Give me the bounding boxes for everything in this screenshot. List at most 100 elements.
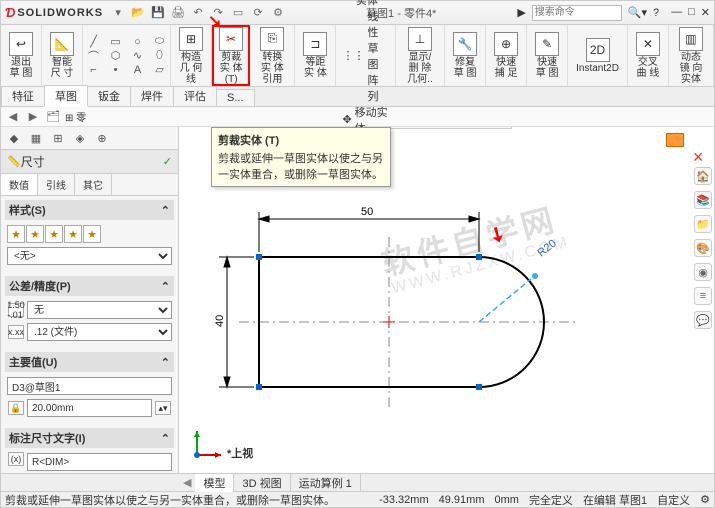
tab-weldment[interactable]: 焊件	[130, 85, 174, 106]
convert-entities-button[interactable]: ⎘转换实 体引用	[254, 25, 290, 87]
status-mode: 在编辑 草图1	[583, 492, 647, 508]
tab-sheetmetal[interactable]: 钣金	[87, 85, 131, 106]
tree-expand-icon[interactable]: 🗂	[45, 109, 61, 125]
slot-tool-icon[interactable]: ⬭	[150, 35, 170, 49]
pm-tab-display-icon[interactable]: ⊕	[93, 129, 111, 147]
vtab-motion[interactable]: 运动算例 1	[291, 474, 361, 492]
status-gear-icon[interactable]: ⚙	[700, 493, 710, 506]
arc-tool-icon[interactable]: ⌒	[84, 49, 104, 63]
pm-tab-value[interactable]: 数值	[1, 174, 38, 195]
pm-tab-dim-icon[interactable]: ◈	[71, 129, 89, 147]
qat-options-icon[interactable]: ⚙	[271, 6, 285, 20]
style-fav4-icon[interactable]: ★	[64, 225, 82, 243]
txt-prefix-icon[interactable]: (x)	[8, 452, 24, 466]
instant2d-button[interactable]: 2DInstant2D	[572, 36, 623, 76]
repair-sketch-button[interactable]: 🔧修复草 图	[449, 30, 481, 81]
collapse-icon[interactable]: ⌃	[161, 204, 170, 217]
qat-open-icon[interactable]: 📂	[131, 6, 145, 20]
qat-select-icon[interactable]: ▭	[231, 6, 245, 20]
pm-tab-config-icon[interactable]: ⊞	[49, 129, 67, 147]
fillet-tool-icon[interactable]: ⌐	[84, 63, 104, 77]
graphics-area[interactable]: 🔍⊡◧⬚◐☀📷👁 剪裁实体 (T) 剪裁或延伸一草图实体以使之与另一实体重合，或…	[179, 127, 714, 473]
quick-snap-button[interactable]: ⊕快速捕 足	[490, 30, 522, 81]
dim-lock-icon[interactable]: 🔒	[8, 401, 24, 415]
close-icon[interactable]: ✕	[701, 6, 710, 19]
qat-undo-icon[interactable]: ↶	[191, 6, 205, 20]
point-tool-icon[interactable]: •	[106, 63, 126, 77]
trim-entities-button[interactable]: ✂剪裁实 体(T)	[215, 25, 247, 87]
property-manager: ◆ ▦ ⊞ ◈ ⊕ 📏 尺寸 ✓ 数值 引线 其它 样式(S)⌃ ★★★★★ <…	[1, 127, 179, 473]
tp-file-explorer-icon[interactable]: 📁	[694, 215, 712, 233]
dynamic-mirror-button[interactable]: ▥动态镜 向实体	[673, 25, 709, 87]
style-fav3-icon[interactable]: ★	[45, 225, 63, 243]
search-input[interactable]	[532, 5, 622, 21]
style-fav5-icon[interactable]: ★	[83, 225, 101, 243]
maximize-icon[interactable]: □	[688, 6, 695, 19]
collapse-icon[interactable]: ⌃	[161, 280, 170, 293]
search-mag-icon[interactable]: 🔍▾	[628, 6, 647, 19]
dim-value-input[interactable]	[27, 399, 152, 417]
pm-tab-other[interactable]: 其它	[75, 174, 112, 195]
tab-features[interactable]: 特征	[1, 85, 45, 106]
plane-tool-icon[interactable]: ▱	[150, 63, 170, 77]
qat-new-icon[interactable]: ▾	[111, 6, 125, 20]
mirror-entities-button[interactable]: ▥镜像实体	[342, 0, 388, 8]
tp-resources-icon[interactable]: 🏠	[694, 167, 712, 185]
poly-tool-icon[interactable]: ⬡	[106, 49, 126, 63]
qat-save-icon[interactable]: 💾	[151, 6, 165, 20]
red-arrow-annotation: ↘	[208, 11, 221, 31]
view-triad[interactable]	[187, 425, 227, 465]
pm-tab-leader[interactable]: 引线	[38, 174, 75, 195]
pm-pin-icon[interactable]: ✓	[163, 155, 172, 168]
collapse-icon[interactable]: ⌃	[161, 432, 170, 445]
vtab-model[interactable]: 模型	[195, 474, 234, 492]
rect-tool-icon[interactable]: ▭	[106, 35, 126, 49]
style-fav2-icon[interactable]: ★	[26, 225, 44, 243]
trim-tooltip: 剪裁实体 (T) 剪裁或延伸一草图实体以使之与另一实体重合，或删除一草图实体。	[211, 127, 391, 187]
spinner-icon[interactable]: ▴▾	[155, 401, 171, 415]
cross-curve-button[interactable]: ✕交叉曲 线	[632, 30, 664, 81]
tol-type-select[interactable]: 无	[27, 301, 172, 319]
style-select[interactable]: <无>	[7, 247, 172, 265]
qat-print-icon[interactable]: 🖨	[171, 6, 185, 20]
smart-dimension-button[interactable]: 📐智能尺 寸	[46, 30, 78, 81]
help-icon[interactable]: ?	[653, 7, 659, 19]
collapse-icon[interactable]: ⌃	[161, 356, 170, 369]
construction-geom-button[interactable]: ⊞构造几 何线	[175, 25, 207, 87]
search-toggle-icon[interactable]: ▶	[517, 6, 525, 19]
tp-appearances-icon[interactable]: ◉	[694, 263, 712, 281]
style-fav1-icon[interactable]: ★	[7, 225, 25, 243]
rapid-sketch-button[interactable]: ✎快速草 图	[531, 30, 563, 81]
tp-forum-icon[interactable]: 💬	[694, 311, 712, 329]
ellipse-tool-icon[interactable]: ⬯	[150, 49, 170, 63]
tp-custom-props-icon[interactable]: ≡	[694, 287, 712, 305]
vtab-3dview[interactable]: 3D 视图	[234, 474, 290, 492]
view-orientation-label: *上视	[227, 445, 253, 461]
vtab-prev-icon[interactable]: ◀	[179, 476, 195, 489]
qat-rebuild-icon[interactable]: ⟳	[251, 6, 265, 20]
tab-sketch[interactable]: 草图	[44, 85, 88, 107]
pm-tab-property-icon[interactable]: ▦	[27, 129, 45, 147]
pm-tab-feature-icon[interactable]: ◆	[5, 129, 23, 147]
display-delete-button[interactable]: ⊥显示/删 除几何..	[400, 25, 440, 87]
app-logo: Ɗ SOLIDWORKS	[5, 5, 103, 20]
spline-tool-icon[interactable]: ∿	[128, 49, 148, 63]
exit-sketch-button[interactable]: ↩退出草 图	[5, 30, 37, 81]
tab-more[interactable]: S...	[216, 89, 255, 106]
nav-fwd-icon[interactable]: ▶	[25, 109, 41, 125]
tol-precision-select[interactable]: .12 (文件)	[27, 323, 172, 341]
tp-view-palette-icon[interactable]: 🎨	[694, 239, 712, 257]
circle-tool-icon[interactable]: ○	[128, 35, 148, 49]
text-tool-icon[interactable]: A	[128, 63, 148, 77]
dimtext-input[interactable]	[27, 453, 172, 471]
line-tool-icon[interactable]: ╱	[84, 35, 104, 49]
offset-entities-button[interactable]: ⊐等距实 体	[299, 30, 331, 81]
nav-back-icon[interactable]: ◀	[5, 109, 21, 125]
status-message: 剪裁或延伸一草图实体以使之与另一实体重合，或删除一草图实体。	[5, 492, 369, 508]
breadcrumb-part[interactable]: ⊞ 零	[65, 109, 86, 124]
dim-name-input[interactable]	[7, 377, 172, 395]
tp-design-lib-icon[interactable]: 📚	[694, 191, 712, 209]
linear-pattern-button[interactable]: ⋮⋮线性草图阵列	[342, 8, 388, 104]
tab-evaluate[interactable]: 评估	[173, 85, 217, 106]
minimize-icon[interactable]: —	[671, 6, 682, 19]
